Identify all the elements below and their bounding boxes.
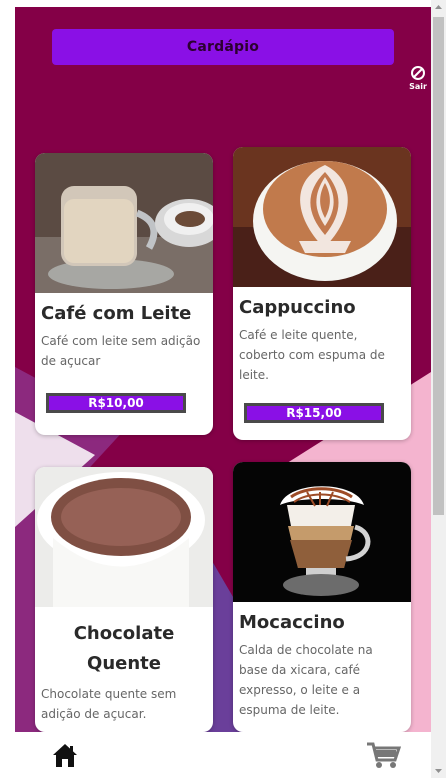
product-card-chocolate-quente[interactable]: Chocolate Quente Chocolate quente sem ad… xyxy=(35,467,213,732)
cart-icon[interactable] xyxy=(365,740,401,770)
page-title-text: Cardápio xyxy=(186,39,260,55)
product-name: Chocolate Quente xyxy=(73,623,175,674)
vertical-scrollbar[interactable] xyxy=(431,0,446,778)
product-description: Chocolate quente sem adição de açucar. xyxy=(41,687,177,721)
product-card-cappuccino[interactable]: Cappuccino Café e leite quente, coberto … xyxy=(233,147,411,440)
product-description: Café e leite quente, coberto com espuma … xyxy=(239,328,385,382)
logout-button[interactable]: Sair xyxy=(403,65,431,107)
scroll-up-arrow-icon[interactable] xyxy=(431,0,446,14)
cappuccino-image xyxy=(233,147,411,287)
home-icon[interactable] xyxy=(50,740,80,770)
price-value: R$15,00 xyxy=(286,406,342,420)
product-description: Café com leite sem adição de açucar xyxy=(41,334,201,368)
scrollbar-thumb[interactable] xyxy=(433,17,444,515)
price-tag: R$10,00 xyxy=(46,393,186,413)
mocaccino-image xyxy=(233,462,411,602)
price-value: R$10,00 xyxy=(88,396,144,410)
product-name: Cappuccino xyxy=(239,297,356,318)
page-title: Cardápio xyxy=(52,29,394,65)
block-icon xyxy=(411,66,425,80)
bottom-navigation xyxy=(15,732,431,778)
product-card-cafe-com-leite[interactable]: Café com Leite Café com leite sem adição… xyxy=(35,153,213,435)
logout-label: Sair xyxy=(409,82,427,91)
product-card-mocaccino[interactable]: Mocaccino Calda de chocolate na base da … xyxy=(233,462,411,732)
app-window: Cardápio Sair Café com Leite Café com le… xyxy=(0,0,446,778)
coffee-with-milk-image xyxy=(35,153,213,293)
main-content: Cardápio Sair Café com Leite Café com le… xyxy=(15,7,431,732)
product-description: Calda de chocolate na base da xicara, ca… xyxy=(239,643,373,717)
price-tag: R$15,00 xyxy=(244,403,384,423)
hot-chocolate-image xyxy=(35,467,213,607)
product-name: Mocaccino xyxy=(239,612,345,633)
product-name: Café com Leite xyxy=(41,303,192,324)
scroll-down-arrow-icon[interactable] xyxy=(431,764,446,778)
